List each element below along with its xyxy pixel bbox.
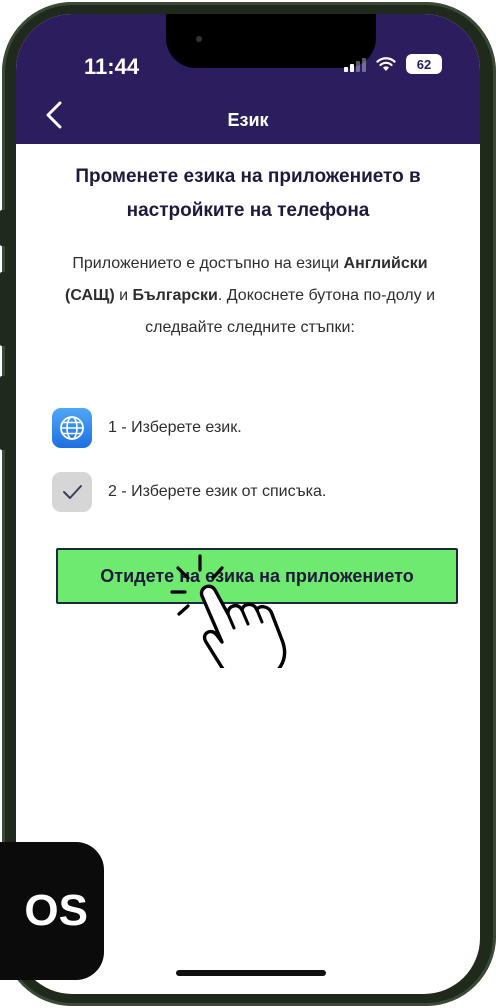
wifi-icon xyxy=(376,57,396,71)
status-time: 11:44 xyxy=(84,54,140,79)
language-bulgarian: Български xyxy=(132,287,218,304)
step-label: 1 - Изберете език. xyxy=(108,419,242,436)
step-item: 1 - Изберете език. xyxy=(52,408,242,448)
nav-title: Език xyxy=(227,110,269,130)
description-text: Приложението е достъпно на езици Английс… xyxy=(50,248,450,344)
globe-icon xyxy=(52,408,92,448)
volume-up-button xyxy=(0,272,6,346)
home-indicator[interactable] xyxy=(176,970,326,976)
battery-indicator: 62 xyxy=(406,54,442,74)
step-label: 2 - Изберете език от списъка. xyxy=(108,483,327,500)
status-icons: 62 xyxy=(344,54,442,74)
description-part: и xyxy=(114,287,133,304)
os-badge: OS xyxy=(0,842,104,980)
step-item: 2 - Изберете език от списъка. xyxy=(52,472,326,512)
tap-hand-icon xyxy=(170,554,287,668)
signal-icon xyxy=(344,56,366,72)
page-heading: Променете езика на приложението в настро… xyxy=(75,166,421,221)
volume-down-button xyxy=(0,376,6,450)
description-part: Приложението е достъпно на езици xyxy=(72,255,344,272)
side-button xyxy=(0,210,6,246)
checkmark-icon xyxy=(52,472,92,512)
app-header: 11:44 62 Език xyxy=(16,14,480,144)
